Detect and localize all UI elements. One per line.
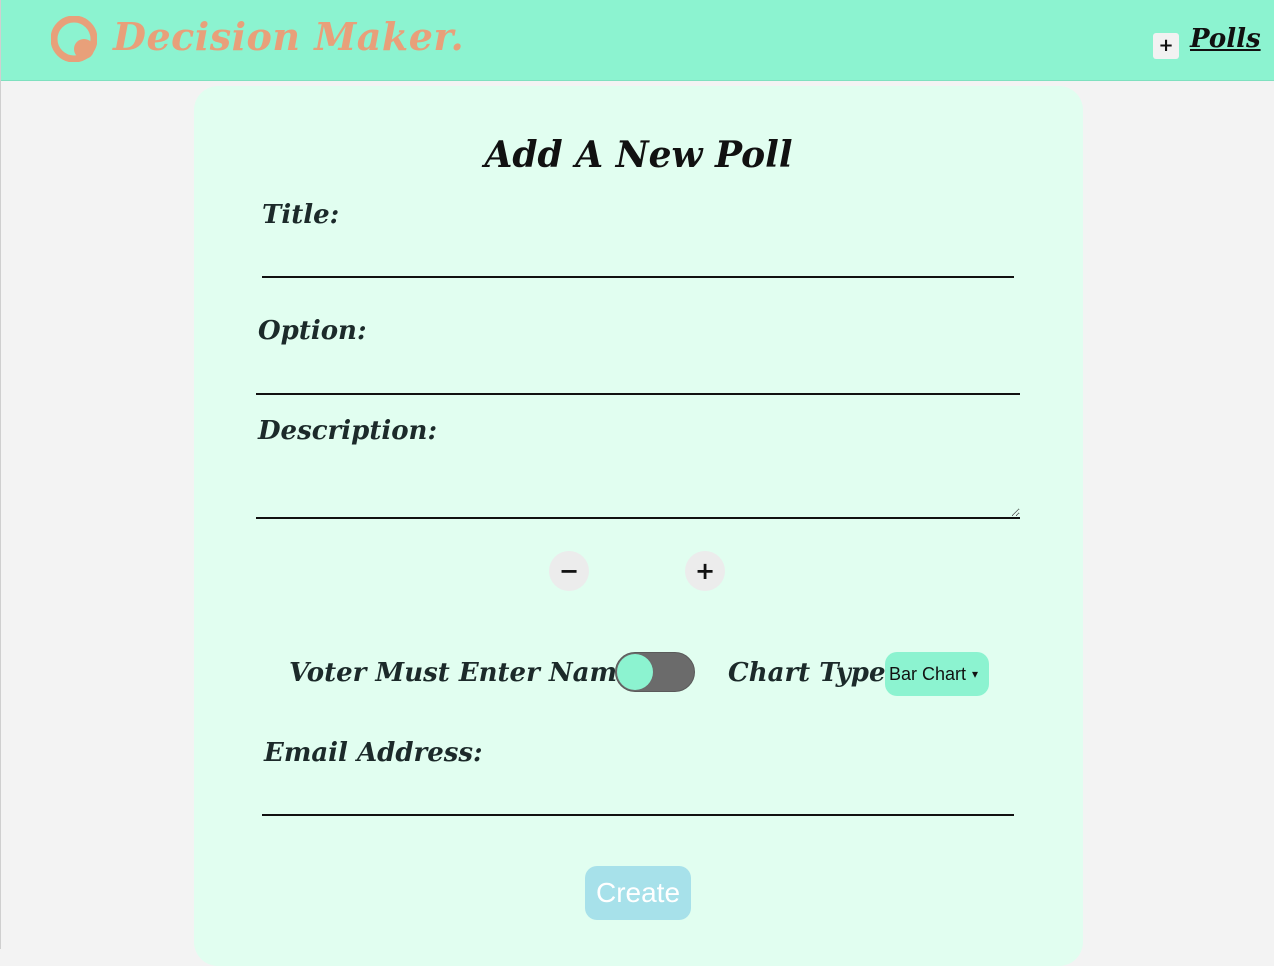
voter-name-label: Voter Must Enter Name? [289,658,649,688]
toggle-knob [617,654,653,690]
new-poll-nav-button[interactable]: + [1153,33,1179,59]
title-input[interactable] [262,246,1014,278]
chart-type-select[interactable]: Bar Chart ▾ [885,652,989,696]
top-nav-bar: Decision Maker. + Polls [1,0,1274,81]
option-input[interactable] [256,362,1020,395]
brand-name[interactable]: Decision Maker. [113,14,464,59]
voter-name-toggle[interactable] [615,652,695,692]
new-poll-form: Add A New Poll Title: Option: Descriptio… [194,86,1083,966]
form-title: Add A New Poll [484,134,793,176]
description-textarea[interactable] [256,462,1020,519]
title-label: Title: [262,200,340,230]
email-input[interactable] [262,784,1014,816]
remove-option-button[interactable]: − [549,551,589,591]
email-label: Email Address: [264,738,483,768]
chart-type-label: Chart Type: [728,658,896,688]
description-label: Description: [258,416,438,446]
chevron-down-icon: ▾ [972,667,979,681]
logo-icon [51,16,97,62]
polls-nav-link[interactable]: Polls [1190,24,1261,54]
option-label: Option: [258,316,367,346]
add-option-button[interactable]: + [685,551,725,591]
create-button[interactable]: Create [585,866,691,920]
chart-type-selected-value: Bar Chart [889,663,967,684]
